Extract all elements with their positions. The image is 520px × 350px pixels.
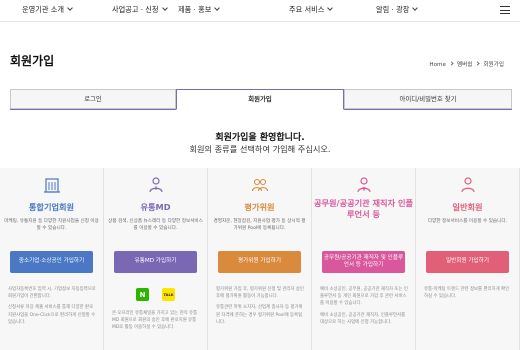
member-card-company: 통합기업회원 마케팅, 유통지원 등 다양한 지원사업을 신청 이용할 수 있습… bbox=[0, 168, 104, 350]
card-body: 유통·마케팅 트렌드 관련 정보를 편리하게 확인하실 수 있습니다. bbox=[424, 286, 513, 304]
nav-item-label: 제품 · 홍보 bbox=[178, 5, 212, 14]
card-body-text: 유통·마케팅 트렌드 관련 정보를 편리하게 확인하실 수 있습니다. bbox=[424, 287, 510, 300]
naver-login-icon[interactable]: N bbox=[136, 288, 149, 301]
company-signup-button[interactable]: 중소기업·소상공인 가입하기 bbox=[10, 251, 93, 273]
user-icon bbox=[460, 177, 475, 193]
card-body-text: 예비 소상공인, 공공기관 재직자, 인플루언서를 대상으로 하는 사업에 신청… bbox=[320, 312, 406, 325]
evaluator-signup-button[interactable]: 평가위원 가입하기 bbox=[218, 251, 301, 273]
member-card-general: 일반회원 다양한 정보서비스를 이용할 수 있습니다. 일반회원 가입하기 유통… bbox=[416, 168, 520, 350]
card-title: 평가위원 bbox=[244, 202, 275, 212]
card-body: 사업자등록번호 입력 시, 기업정보 자동입력으로 회원가입이 간편합니다. 신… bbox=[8, 286, 97, 330]
public-signup-button[interactable]: 공무원/공공기관 재직자 및 인플루언서 등 가입하기 bbox=[322, 251, 405, 273]
breadcrumb-membership[interactable]: 멤버쉽 bbox=[457, 62, 472, 68]
chevron-down-icon bbox=[327, 5, 334, 11]
card-description: 상품 검색, 신상품 뉴스레터 등 다양한 정보서비스를 이용할 수 있습니다. bbox=[108, 219, 203, 231]
card-body-text: 온·오프라인 유통채널을 가지고 있는 현직 유통MD 회원으로 회원의 승인 … bbox=[112, 311, 198, 331]
card-title: 유통MD bbox=[140, 202, 171, 212]
nav-item-label: 알림 · 광장 bbox=[376, 5, 410, 14]
nav-item-about[interactable]: 운영기관 소개 bbox=[22, 5, 73, 15]
staff-icon bbox=[356, 177, 371, 193]
chevron-right-icon bbox=[449, 61, 454, 66]
chevron-down-icon bbox=[67, 5, 73, 11]
nav-item-notice[interactable]: 알림 · 광장 bbox=[376, 5, 419, 15]
page-title: 회원가입 bbox=[10, 54, 55, 68]
chevron-down-icon bbox=[412, 5, 419, 11]
card-body: 평가위원 가입 후, 평가위원 신청 및 관리자 승인 후에 평가위원 활동이 … bbox=[216, 286, 305, 330]
person-icon bbox=[148, 177, 163, 193]
md-signup-button[interactable]: 유통MD 가입하기 bbox=[114, 251, 197, 273]
nav-item-label: 주요 서비스 bbox=[289, 5, 325, 14]
nav-item-services[interactable]: 주요 서비스 bbox=[289, 5, 334, 15]
card-title: 공무원/공공기관 재직자 인플루언서 등 bbox=[313, 198, 414, 219]
menu-icon[interactable] bbox=[500, 6, 510, 14]
card-body-text: 유통관련 학위 소지자, 산업계 종사자 등 평가위원 자격에 준하는 경우 평… bbox=[216, 305, 303, 325]
card-title: 통합기업회원 bbox=[28, 202, 75, 212]
card-title: 일반회원 bbox=[452, 202, 483, 212]
card-description: 마케팅, 유통지원 등 다양한 지원사업을 신청 이용할 수 있습니다. bbox=[4, 219, 99, 231]
chevron-down-icon bbox=[214, 5, 221, 11]
breadcrumb: Home 멤버쉽 회원가입 bbox=[429, 60, 504, 68]
welcome-title: 회원가입을 환영합니다. bbox=[215, 133, 305, 143]
card-description: 다양한 정보서비스를 이용할 수 있습니다. bbox=[427, 219, 508, 224]
kakao-login-icon[interactable]: TALK bbox=[162, 288, 175, 301]
member-card-evaluator: 평가위원 경영자문, 현장점검, 지원사업 평가 등 상시적 평가위원 Pool… bbox=[208, 168, 312, 350]
member-card-md: 유통MD 상품 검색, 신상품 뉴스레터 등 다양한 정보서비스를 이용할 수 … bbox=[104, 168, 208, 350]
welcome-subtitle: 회원의 종류를 선택하여 가입해 주십시오. bbox=[189, 144, 331, 154]
card-body-text: 신청서류 저장 제출 서비스를 통해 다양한 판로지원사업을 One-Click… bbox=[8, 305, 96, 325]
nav-item-products[interactable]: 제품 · 홍보 bbox=[178, 5, 221, 15]
card-body: 온·오프라인 유통채널을 가지고 있는 현직 유통MD 회원으로 회원의 승인 … bbox=[112, 310, 201, 336]
building-icon bbox=[43, 178, 60, 193]
tab-signup[interactable]: 회원가입 bbox=[176, 89, 344, 110]
chevron-right-icon bbox=[475, 61, 481, 66]
tab-find-account[interactable]: 아이디/비밀번호 찾기 bbox=[344, 89, 512, 109]
tab-login[interactable]: 로그인 bbox=[10, 89, 176, 109]
card-body-text: 사업자등록번호 입력 시, 기업정보 자동입력으로 회원가입이 간편합니다. bbox=[8, 287, 96, 300]
breadcrumb-home[interactable]: Home bbox=[429, 62, 446, 68]
chevron-down-icon bbox=[161, 5, 168, 11]
card-body: 예비 소상공인, 공무원, 공공기관 재직자 또는 인플루언서 등 개인 회원으… bbox=[320, 286, 409, 330]
breadcrumb-current: 회원가입 bbox=[483, 62, 504, 68]
nav-item-label: 사업공고 · 신청 bbox=[112, 5, 159, 14]
top-navigation: 운영기관 소개 사업공고 · 신청 제품 · 홍보 주요 서비스 알림 · 광장 bbox=[0, 0, 520, 22]
card-description: 경영자문, 현장점검, 지원사업 평가 등 상시적 평가위원 Pool에 등록됩… bbox=[213, 219, 306, 231]
tabs: 로그인 회원가입 아이디/비밀번호 찾기 bbox=[10, 89, 512, 110]
card-body-text: 평가위원 가입 후, 평가위원 신청 및 관리자 승인 후에 평가위원 활동이 … bbox=[216, 287, 304, 300]
nav-item-business[interactable]: 사업공고 · 신청 bbox=[112, 5, 168, 15]
evaluator-icon bbox=[251, 178, 268, 192]
nav-item-label: 운영기관 소개 bbox=[22, 5, 64, 14]
card-body-text: 예비 소상공인, 공무원, 공공기관 재직자 또는 인플루언서 등 개인 회원으… bbox=[320, 287, 408, 307]
member-card-public: 공무원/공공기관 재직자 인플루언서 등 공무원/공공기관 재직자 및 인플루언… bbox=[312, 168, 416, 350]
general-signup-button[interactable]: 일반회원 가입하기 bbox=[426, 251, 509, 273]
